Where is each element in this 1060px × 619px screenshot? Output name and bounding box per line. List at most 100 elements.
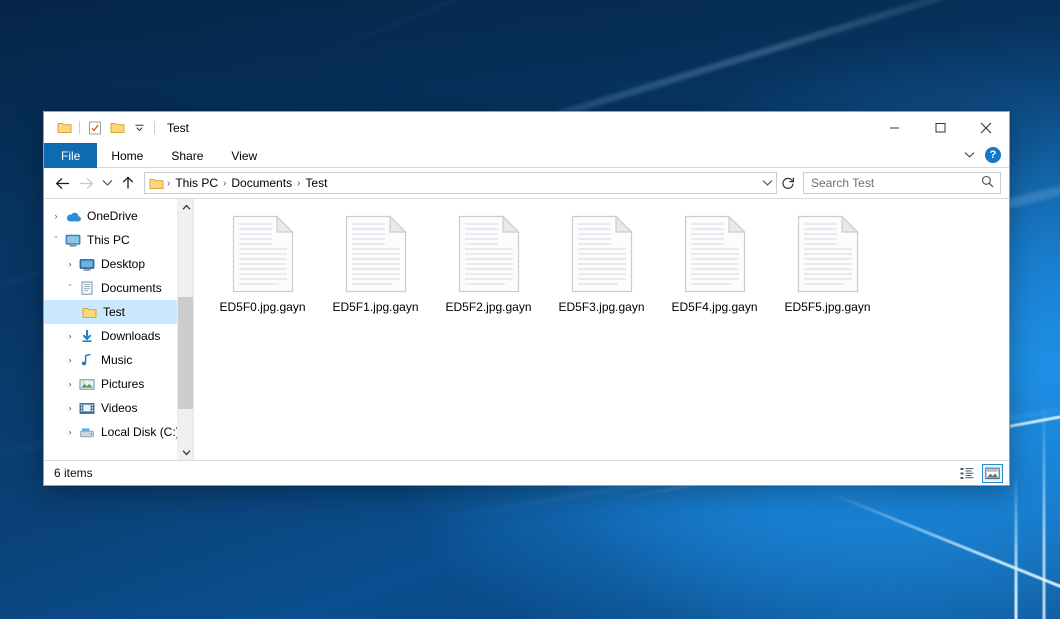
- window-title: Test: [167, 121, 189, 135]
- wallpaper-ray: [1015, 472, 1018, 619]
- desktop-background: Test File Home Share View: [0, 0, 1060, 619]
- sidebar-item-label: Desktop: [101, 257, 145, 271]
- sidebar-item-this-pc[interactable]: ˇ This PC: [44, 228, 193, 252]
- expand-ribbon-chevron-down-icon[interactable]: [964, 148, 975, 162]
- folder-icon: [80, 306, 98, 319]
- sidebar-item-documents[interactable]: ˇ Documents: [44, 276, 193, 300]
- tab-view[interactable]: View: [217, 143, 271, 168]
- generic-document-icon: [684, 215, 746, 293]
- ribbon-tab-bar: File Home Share View ?: [44, 143, 1009, 168]
- window-controls: [871, 112, 1009, 143]
- address-bar[interactable]: › This PC › Documents › Test: [144, 172, 777, 194]
- videos-icon: [78, 402, 96, 415]
- quick-access-toolbar: [44, 112, 159, 143]
- sidebar-item-desktop[interactable]: › Desktop: [44, 252, 193, 276]
- localdisk-icon: [78, 426, 96, 439]
- file-name-label: ED5F5.jpg.gayn: [784, 300, 870, 314]
- toolbar-divider: [79, 121, 80, 134]
- chevron-right-icon[interactable]: ›: [48, 211, 64, 221]
- pictures-icon: [78, 378, 96, 391]
- scroll-down-button[interactable]: [178, 444, 194, 460]
- file-item[interactable]: ED5F5.jpg.gayn: [771, 213, 884, 314]
- tab-share[interactable]: Share: [157, 143, 217, 168]
- file-item[interactable]: ED5F2.jpg.gayn: [432, 213, 545, 314]
- sidebar-item-label: Pictures: [101, 377, 144, 391]
- new-folder-icon[interactable]: [106, 117, 128, 139]
- breadcrumb-folder-icon: [149, 177, 164, 190]
- large-icons-view-button[interactable]: [982, 464, 1003, 483]
- close-button[interactable]: [963, 112, 1009, 143]
- sidebar-item-test[interactable]: Test: [44, 300, 193, 324]
- wallpaper-ray: [1043, 402, 1046, 619]
- file-item[interactable]: ED5F0.jpg.gayn: [206, 213, 319, 314]
- sidebar-item-label: Videos: [101, 401, 137, 415]
- up-button[interactable]: [116, 171, 140, 195]
- maximize-button[interactable]: [917, 112, 963, 143]
- properties-icon[interactable]: [84, 117, 106, 139]
- chevron-down-icon[interactable]: ˇ: [62, 283, 78, 293]
- breadcrumb-this-pc[interactable]: This PC: [171, 176, 222, 190]
- file-name-label: ED5F4.jpg.gayn: [671, 300, 757, 314]
- scrollbar-thumb[interactable]: [178, 297, 194, 409]
- search-box[interactable]: Search Test: [803, 172, 1001, 194]
- sidebar-item-label: Downloads: [101, 329, 160, 343]
- file-name-label: ED5F2.jpg.gayn: [445, 300, 531, 314]
- sidebar-item-onedrive[interactable]: › OneDrive: [44, 204, 193, 228]
- tab-file[interactable]: File: [44, 143, 97, 168]
- file-item[interactable]: ED5F1.jpg.gayn: [319, 213, 432, 314]
- documents-icon: [78, 281, 96, 295]
- item-count-label: 6 items: [54, 466, 93, 480]
- sidebar-item-label: This PC: [87, 233, 130, 247]
- navigation-scrollbar[interactable]: [177, 199, 193, 460]
- file-item[interactable]: ED5F4.jpg.gayn: [658, 213, 771, 314]
- sidebar-item-pictures[interactable]: › Pictures: [44, 372, 193, 396]
- generic-document-icon: [797, 215, 859, 293]
- chevron-right-icon[interactable]: ›: [62, 427, 78, 437]
- downloads-icon: [78, 329, 96, 343]
- file-item[interactable]: ED5F3.jpg.gayn: [545, 213, 658, 314]
- ribbon-right-controls: ?: [964, 143, 1009, 167]
- refresh-button[interactable]: [777, 172, 799, 194]
- status-bar: 6 items: [44, 460, 1009, 485]
- search-icon[interactable]: [981, 175, 994, 191]
- sidebar-item-local-disk-c[interactable]: › Local Disk (C:): [44, 420, 193, 444]
- chevron-right-icon[interactable]: ›: [62, 403, 78, 413]
- folder-icon[interactable]: [53, 117, 75, 139]
- sidebar-item-label: Music: [101, 353, 132, 367]
- breadcrumb-test[interactable]: Test: [301, 176, 331, 190]
- recent-locations-chevron-down-icon[interactable]: [98, 171, 116, 195]
- file-list-view[interactable]: ED5F0.jpg.gayn ED5F1.jpg.gayn: [194, 199, 1009, 460]
- file-name-label: ED5F3.jpg.gayn: [558, 300, 644, 314]
- music-icon: [78, 353, 96, 367]
- generic-document-icon: [458, 215, 520, 293]
- generic-document-icon: [571, 215, 633, 293]
- minimize-button[interactable]: [871, 112, 917, 143]
- back-button[interactable]: [50, 171, 74, 195]
- view-mode-buttons: [957, 464, 1003, 483]
- chevron-down-icon[interactable]: ˇ: [48, 235, 64, 245]
- details-view-button[interactable]: [957, 464, 978, 483]
- chevron-right-icon[interactable]: ›: [62, 331, 78, 341]
- breadcrumb-documents[interactable]: Documents: [227, 176, 296, 190]
- thispc-icon: [64, 234, 82, 247]
- file-name-label: ED5F0.jpg.gayn: [219, 300, 305, 314]
- sidebar-item-downloads[interactable]: › Downloads: [44, 324, 193, 348]
- address-bar-row: › This PC › Documents › Test Search Test: [44, 168, 1009, 198]
- sidebar-item-videos[interactable]: › Videos: [44, 396, 193, 420]
- help-icon[interactable]: ?: [985, 147, 1001, 163]
- search-input[interactable]: Search Test: [811, 176, 981, 190]
- chevron-down-icon[interactable]: [128, 117, 150, 139]
- file-name-label: ED5F1.jpg.gayn: [332, 300, 418, 314]
- chevron-right-icon[interactable]: ›: [62, 259, 78, 269]
- generic-document-icon: [345, 215, 407, 293]
- sidebar-item-label: OneDrive: [87, 209, 138, 223]
- chevron-right-icon[interactable]: ›: [62, 379, 78, 389]
- scroll-up-button[interactable]: [178, 199, 194, 215]
- sidebar-item-music[interactable]: › Music: [44, 348, 193, 372]
- address-dropdown-chevron-down-icon[interactable]: [758, 173, 776, 193]
- tab-home[interactable]: Home: [97, 143, 157, 168]
- sidebar-item-label: Test: [103, 305, 125, 319]
- chevron-right-icon[interactable]: ›: [62, 355, 78, 365]
- forward-button: [74, 171, 98, 195]
- onedrive-icon: [64, 210, 82, 223]
